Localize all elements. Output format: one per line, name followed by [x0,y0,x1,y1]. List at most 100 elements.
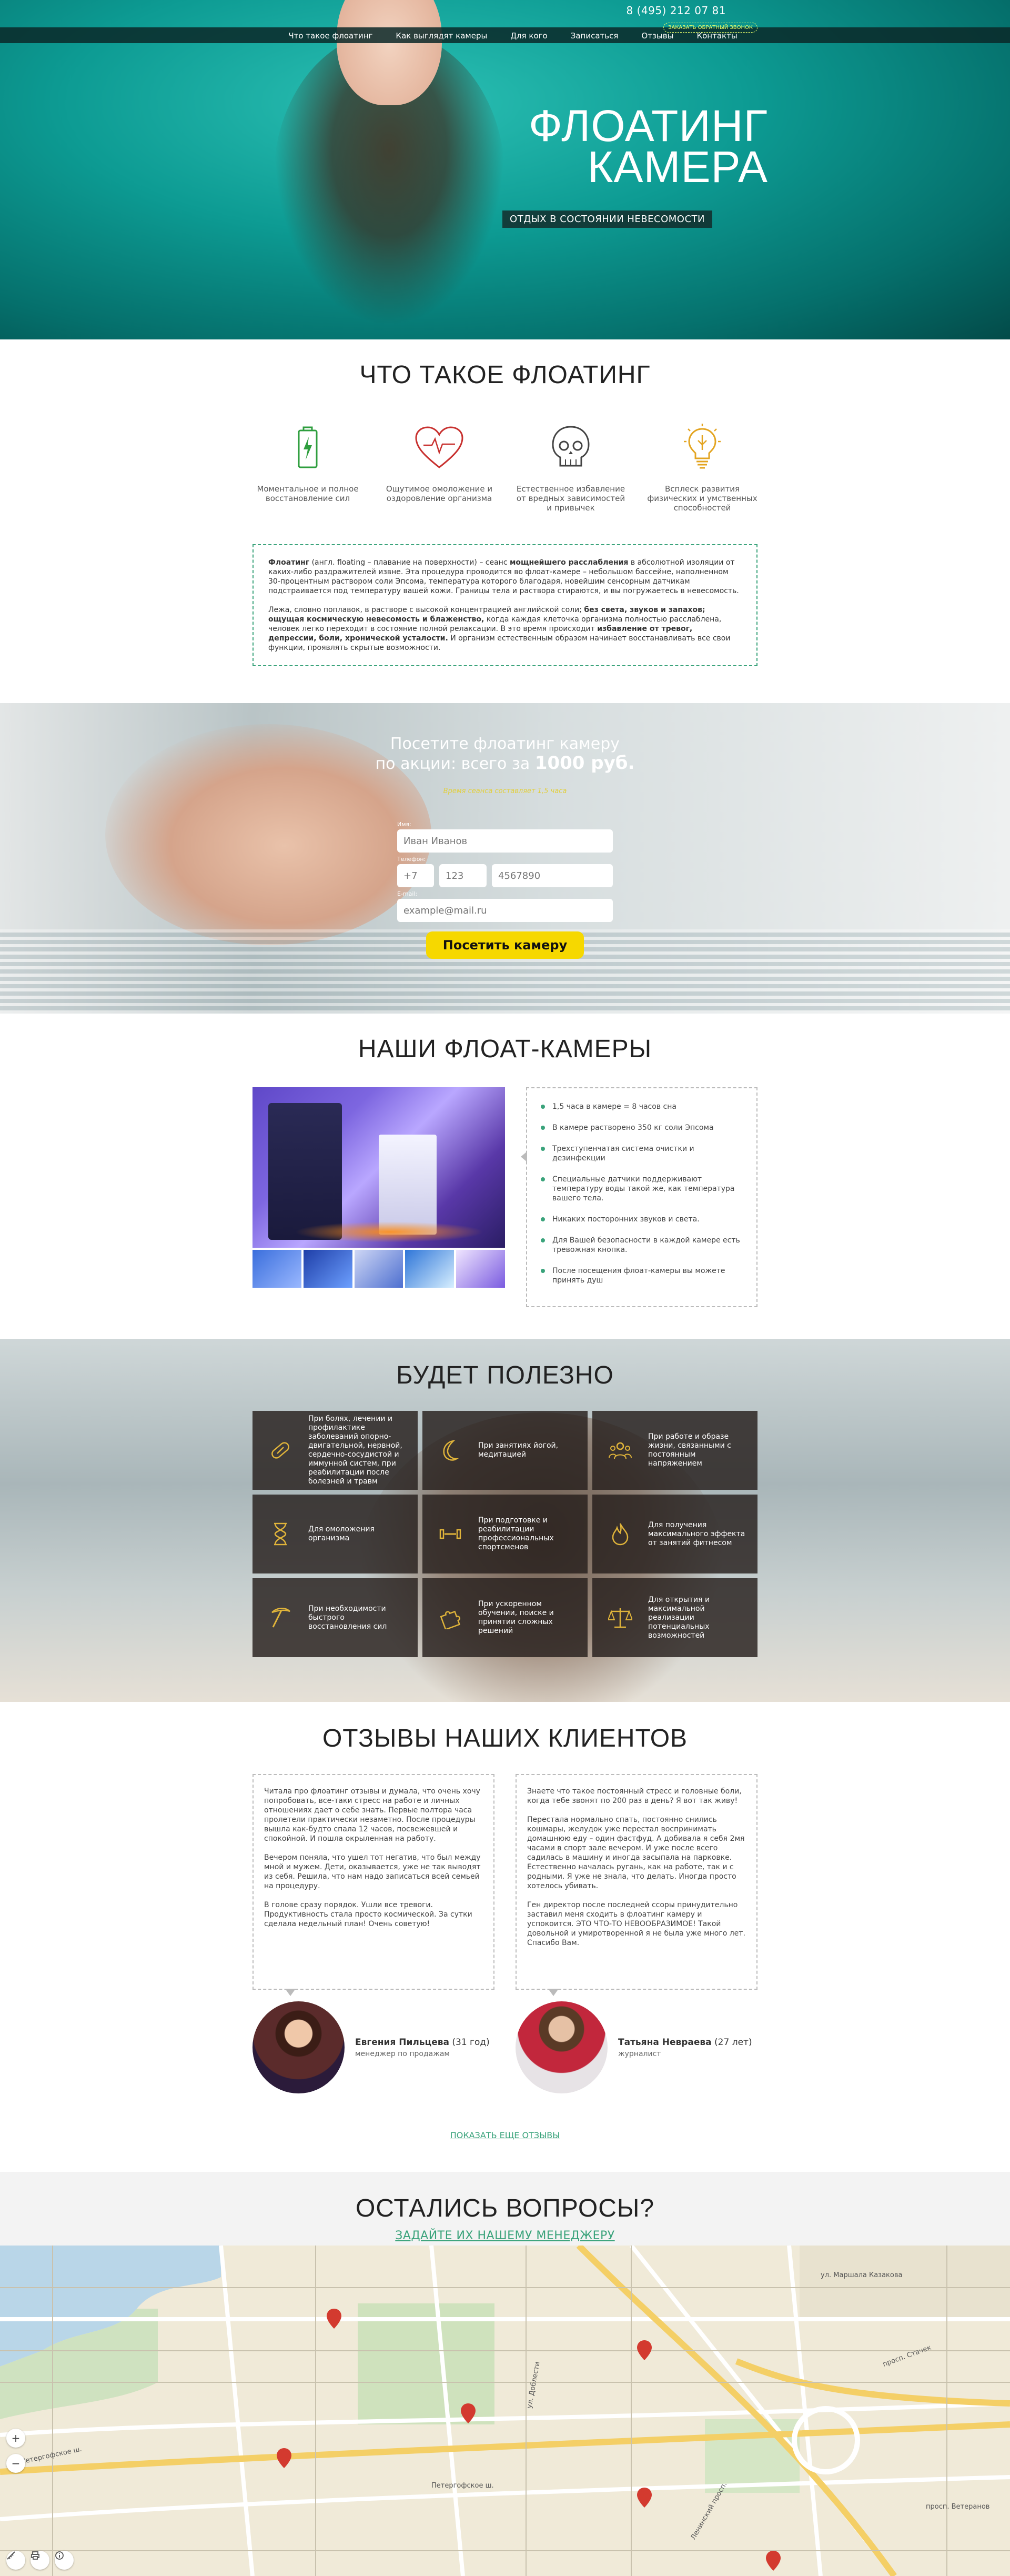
useful-item: Для омоложения организма [252,1495,418,1573]
useful-text: При подготовке и реабилитации профессион… [478,1516,554,1551]
useful-item: При подготовке и реабилитации профессион… [422,1495,588,1573]
promo-line2: по акции: всего за [375,755,535,773]
review-author: Татьяна Невраева (27 лет) журналист [516,2001,758,2093]
camera-feature: 1,5 часа в камере = 8 часов сна [541,1102,745,1111]
useful-text: При болях, лечении и профилактике заболе… [308,1415,402,1486]
camera-gallery [252,1087,505,1307]
benefit-caption: Ощутимое омоложение и оздоровление орган… [386,484,493,503]
shower-cabin-image [268,1103,342,1240]
useful-text: При необходимости быстрого восстановлени… [308,1604,387,1631]
map-section[interactable]: ул. Маршала Казакова Петергофское ш. про… [0,2246,1010,2576]
review-card: Читала про флоатинг отзывы и думала, что… [252,1774,494,2093]
email-input[interactable] [397,899,613,922]
people-icon [608,1438,632,1462]
camera-feature: После посещения флоат-камеры вы можете п… [541,1266,745,1285]
callback-button[interactable]: ЗАКАЗАТЬ ОБРАТНЫЙ ЗВОНОК [663,23,758,33]
camera-thumbnail[interactable] [303,1250,352,1288]
map-street-label: Петергофское ш. [431,2482,494,2490]
review-author: Евгения Пильцева (31 год) менеджер по пр… [252,2001,494,2093]
review-paragraph: Вечером поняла, что ушел тот негатив, чт… [264,1853,481,1890]
camera-main-photo[interactable] [252,1087,505,1248]
useful-text: При работе и образе жизни, связанными с … [648,1432,731,1468]
visit-camera-button[interactable]: Посетить камеру [426,931,584,959]
camera-thumbnail[interactable] [354,1250,403,1288]
phone-code-input[interactable] [397,864,434,887]
review-paragraph: Знаете что такое постоянный стресс и гол… [527,1787,742,1805]
promo-duration: Время сеанса составляет 1,5 часа [443,787,567,795]
email-label: E-mail: [397,890,418,897]
camera-thumbnail[interactable] [405,1250,454,1288]
benefit-item: Всплеск развития физических и умственных… [647,421,758,513]
name-input[interactable] [397,829,613,853]
useful-text: Для открытия и максимальной реализации п… [648,1595,710,1640]
what-title: ЧТО ТАКОЕ ФЛОАТИНГ [359,361,651,389]
avatar [516,2001,608,2093]
useful-title: БУДЕТ ПОЛЕЗНО [396,1361,614,1389]
heart-icon [413,421,466,474]
benefits-row: Моментальное и полное восстановление сил… [252,421,758,513]
benefit-item: Естественное избавление от вредных завис… [516,421,626,513]
name-label: Имя: [397,821,411,828]
nav-item-for-whom[interactable]: Для кого [510,31,547,41]
definition-box: Флоатинг (англ. floating – плавание на п… [252,544,758,666]
promo-section: Посетите флоатинг камеру по акции: всего… [0,703,1010,1014]
map-zoom-in-button[interactable]: + [6,2429,25,2448]
author-name-text: Евгения Пильцева [355,2037,449,2048]
benefit-caption: Моментальное и полное восстановление сил [257,484,359,503]
definition-paragraph-1: Флоатинг (англ. floating – плавание на п… [268,558,742,596]
review-paragraph: В голове сразу порядок. Ушли все тревоги… [264,1901,472,1928]
benefit-item: Моментальное и полное восстановление сил [252,421,363,513]
map-print-icon[interactable] [31,2551,49,2570]
battery-icon [281,421,334,474]
useful-section: БУДЕТ ПОЛЕЗНО При болях, лечении и профи… [0,1339,1010,1702]
nav-item-cameras[interactable]: Как выглядят камеры [396,31,487,41]
dumbbell-icon [438,1522,462,1546]
map-canvas[interactable]: ул. Маршала Казакова Петергофское ш. про… [0,2246,1010,2576]
useful-item: При необходимости быстрого восстановлени… [252,1578,418,1657]
useful-item: Для открытия и максимальной реализации п… [592,1578,758,1657]
def-text: Лежа, словно поплавок, в растворе с высо… [268,606,584,614]
cameras-title: НАШИ ФЛОАТ-КАМЕРЫ [358,1035,652,1063]
map-ruler-icon[interactable] [6,2551,25,2570]
hero-subtitle: ОТДЫХ В СОСТОЯНИИ НЕВЕСОМОСТИ [502,211,712,228]
float-pod-image [379,1135,437,1235]
phone-label: Телефон: [397,856,426,863]
header-phone[interactable]: 8 (495) 212 07 81 [626,4,726,17]
more-reviews-wrap: ПОКАЗАТЬ ЕЩЕ ОТЗЫВЫ [0,2130,1010,2140]
camera-feature: В камере растворено 350 кг соли Эпсома [541,1123,745,1132]
camera-thumbnail[interactable] [456,1250,505,1288]
phone-number-input[interactable] [492,864,613,887]
hero-title-line2: КАМЕРА [587,142,768,192]
map-info-icon[interactable] [55,2551,74,2570]
author-info: Татьяна Невраева (27 лет) журналист [618,2037,752,2058]
nav-item-signup[interactable]: Записаться [571,31,619,41]
map-zoom-out-button[interactable]: − [6,2454,25,2473]
useful-text: Для омоложения организма [308,1525,375,1542]
review-card: Знаете что такое постоянный стресс и гол… [516,1774,758,2093]
phone-area-input[interactable] [439,864,487,887]
hero-section: 8 (495) 212 07 81 Что такое флоатинг Как… [0,0,1010,339]
nav-item-what[interactable]: Что такое флоатинг [288,31,372,41]
ask-manager-link[interactable]: ЗАДАЙТЕ ИХ НАШЕМУ МЕНЕДЖЕРУ [395,2229,614,2242]
definition-paragraph-2: Лежа, словно поплавок, в растворе с высо… [268,605,742,653]
map-street-label: просп. Ветеранов [926,2503,989,2511]
useful-text: Для получения максимального эффекта от з… [648,1520,745,1547]
author-role: менеджер по продажам [355,2049,450,2058]
review-paragraph: Ген директор после последней ссоры прину… [527,1901,745,1947]
useful-item: Для получения максимального эффекта от з… [592,1495,758,1573]
camera-feature: Трехступенчатая система очистки и дезинф… [541,1144,745,1163]
useful-text: При ускоренном обучении, поиске и принят… [478,1600,554,1635]
useful-grid: При болях, лечении и профилактике заболе… [252,1411,758,1657]
term-bold: Флоатинг [268,558,310,567]
camera-thumbnail[interactable] [252,1250,301,1288]
more-reviews-link[interactable]: ПОКАЗАТЬ ЕЩЕ ОТЗЫВЫ [450,2130,560,2140]
floor-glow [295,1221,484,1242]
skull-icon [544,421,597,474]
reviews-section: ОТЗЫВЫ НАШИХ КЛИЕНТОВ Читала про флоатин… [0,1702,1010,2172]
cameras-section: НАШИ ФЛОАТ-КАМЕРЫ 1,5 часа в камере = 8 … [0,1014,1010,1339]
callback-wrap: ЗАКАЗАТЬ ОБРАТНЫЙ ЗВОНОК [663,21,758,33]
author-name-text: Татьяна Невраева [618,2037,712,2048]
author-age: (31 год) [449,2037,490,2048]
promo-line1: Посетите флоатинг камеру [390,735,620,753]
avatar [252,2001,345,2093]
